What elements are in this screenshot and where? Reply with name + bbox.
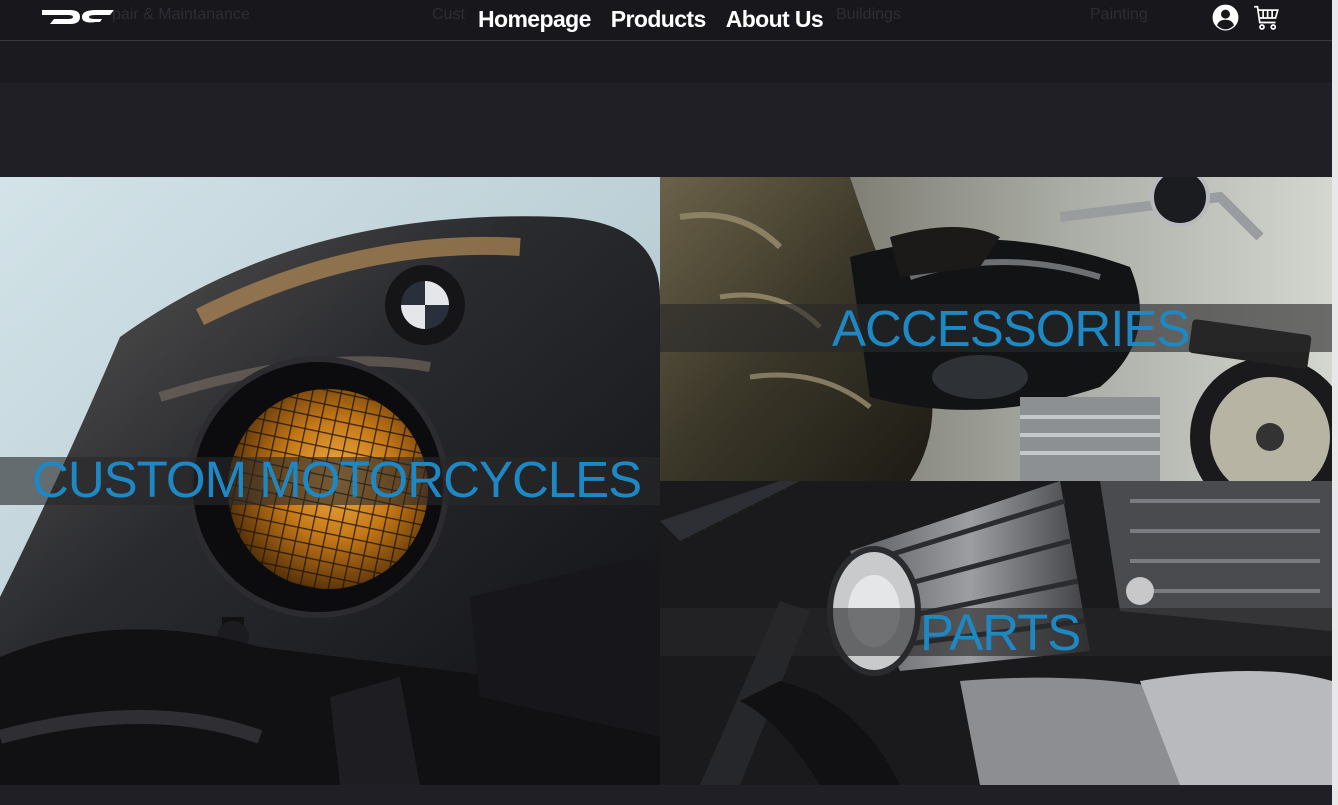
- nav-link-about-us[interactable]: About Us: [726, 4, 824, 34]
- dg-logo[interactable]: [40, 6, 116, 28]
- category-parts[interactable]: PARTS: [660, 481, 1332, 785]
- user-circle-icon[interactable]: [1212, 4, 1239, 31]
- nav-link-products[interactable]: Products: [611, 4, 706, 34]
- category-accessories[interactable]: ACCESSORIES: [660, 177, 1332, 481]
- subnav-band: [0, 41, 1332, 83]
- ghost-nav-item-custom: Cust: [432, 6, 465, 23]
- category-custom-motorcycles[interactable]: CUSTOM MOTORCYCLES: [0, 177, 660, 785]
- category-label-accessories: ACCESSORIES: [832, 300, 1190, 357]
- shopping-cart-icon[interactable]: [1253, 4, 1280, 32]
- ghost-nav-item-painting: Painting: [1090, 6, 1148, 23]
- top-nav: pair & Maintanance Cust Buildings Painti…: [0, 0, 1338, 41]
- category-label-custom-motorcycles: CUSTOM MOTORCYCLES: [32, 451, 642, 508]
- ghost-nav-item-repair: pair & Maintanance: [112, 6, 250, 23]
- page-bottom-band: [0, 785, 1338, 805]
- category-label-parts: PARTS: [920, 604, 1081, 661]
- nav-link-homepage[interactable]: Homepage: [478, 4, 591, 34]
- ghost-nav-item-buildings: Buildings: [836, 6, 901, 23]
- scrollbar[interactable]: [1332, 0, 1338, 805]
- main-nav-links: Homepage Products About Us: [478, 4, 824, 34]
